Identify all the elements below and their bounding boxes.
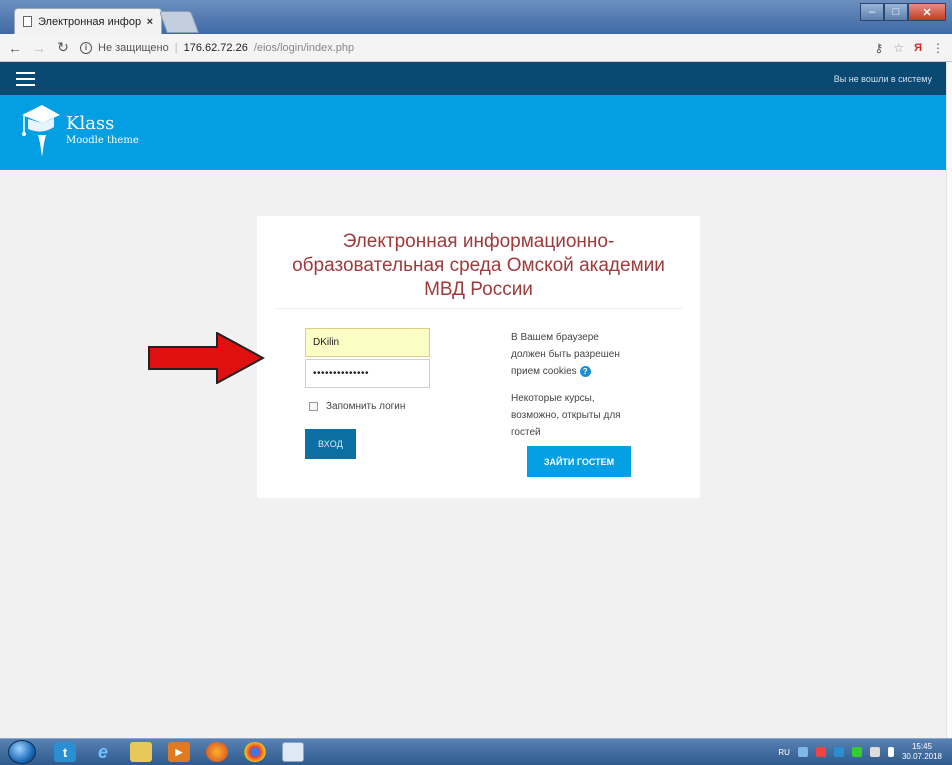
start-button[interactable] (8, 740, 36, 764)
guest-login-button[interactable]: ЗАЙТИ ГОСТЕМ (527, 446, 631, 477)
forward-arrow-icon[interactable]: → (32, 40, 46, 56)
app-icon[interactable]: t (54, 742, 76, 762)
brand-subtitle: Moodle theme (66, 135, 139, 146)
cookie-line-1: В Вашем браузере (511, 332, 599, 343)
clock[interactable]: 15:45 30.07.2018 (902, 742, 942, 762)
site-header: Klass Moodle theme (0, 95, 946, 170)
remember-login[interactable]: Запомнить логин (309, 401, 405, 412)
key-icon[interactable]: ⚷ (875, 41, 884, 55)
app-tray-icon[interactable] (833, 747, 844, 757)
scrollbar[interactable] (946, 62, 952, 738)
minimize-icon[interactable]: – (860, 3, 884, 21)
security-icon[interactable] (815, 747, 826, 757)
flag-icon[interactable] (887, 747, 894, 757)
login-status[interactable]: Вы не вошли в систему (834, 74, 932, 84)
guest-line-1: Некоторые курсы, (511, 393, 595, 404)
url-separator: | (174, 41, 178, 54)
maximize-icon[interactable]: □ (884, 3, 908, 21)
brand-name[interactable]: Klass (66, 113, 114, 134)
cookie-line-2: должен быть разрешен (511, 349, 620, 360)
password-input[interactable]: •••••••••••••• (305, 359, 430, 388)
system-tray: RU 15:45 30.07.2018 (778, 742, 942, 762)
remember-label: Запомнить логин (326, 401, 406, 412)
language-indicator[interactable]: RU (778, 748, 790, 757)
cookie-notice: В Вашем браузере должен быть разрешен пр… (511, 329, 661, 380)
firefox-icon[interactable] (206, 742, 228, 762)
cookie-line-3: прием cookies (511, 366, 577, 377)
ie-icon[interactable]: e (92, 742, 114, 762)
address-bar-actions: ⚷ ☆ Я ⋮ (875, 41, 944, 55)
folder-icon[interactable] (130, 742, 152, 762)
title-line-1: Электронная информационно- (342, 231, 615, 252)
security-label: Не защищено (98, 41, 169, 54)
tab-title: Электронная информаци (38, 15, 141, 28)
network-icon[interactable] (797, 747, 808, 757)
bookmark-star-icon[interactable]: ☆ (893, 41, 904, 55)
taskbar-apps: t e ▶ (54, 742, 304, 762)
login-card: Электронная информационно- образовательн… (257, 216, 700, 498)
guest-notice: Некоторые курсы, возможно, открыты для г… (511, 390, 661, 441)
info-icon[interactable]: i (80, 41, 92, 54)
help-icon[interactable]: ? (579, 365, 591, 377)
page-icon (23, 16, 32, 27)
chrome-icon[interactable] (244, 742, 266, 762)
window-controls: – □ ✕ (860, 3, 946, 21)
url-host: 176.62.72.26 (183, 41, 248, 54)
url-field[interactable]: i Не защищено | 176.62.72.26/eios/login/… (80, 38, 865, 58)
remember-checkbox[interactable] (309, 402, 318, 411)
media-player-icon[interactable]: ▶ (168, 742, 190, 762)
graduation-cap-icon (22, 105, 60, 157)
windows-taskbar: t e ▶ RU 15:45 30.07.2018 (0, 738, 952, 765)
new-tab-button[interactable] (158, 11, 200, 33)
window-close-icon[interactable]: ✕ (908, 3, 946, 21)
divider (275, 308, 682, 309)
url-path: /eios/login/index.php (253, 41, 355, 54)
browser-tab-strip: Электронная информаци × – □ ✕ (0, 0, 952, 34)
guest-line-2: возможно, открыты для (511, 410, 621, 421)
top-navbar: Вы не вошли в систему (0, 62, 946, 95)
tab-close-icon[interactable]: × (147, 16, 153, 28)
yandex-icon[interactable]: Я (914, 42, 922, 54)
reload-icon[interactable]: ↻ (56, 39, 70, 56)
hamburger-menu-icon[interactable] (16, 71, 35, 86)
title-line-2: образовательная среда Омской академии (292, 255, 665, 276)
login-button[interactable]: ВХОД (305, 429, 356, 459)
tray-app-icon[interactable] (851, 747, 862, 757)
username-input[interactable]: DKilin (305, 328, 430, 357)
explorer-window-icon[interactable] (282, 742, 304, 762)
clock-time: 15:45 (911, 742, 932, 751)
back-arrow-icon[interactable]: ← (8, 40, 22, 56)
page-title: Электронная информационно- образовательн… (257, 230, 700, 302)
menu-dots-icon[interactable]: ⋮ (932, 41, 944, 55)
red-arrow-icon (148, 332, 265, 384)
volume-icon[interactable] (869, 747, 880, 757)
guest-line-3: гостей (511, 427, 541, 438)
address-bar: ← → ↻ i Не защищено | 176.62.72.26/eios/… (0, 34, 952, 62)
clock-date: 30.07.2018 (901, 752, 942, 761)
title-line-3: МВД России (424, 279, 533, 300)
browser-tab[interactable]: Электронная информаци × (14, 8, 162, 34)
